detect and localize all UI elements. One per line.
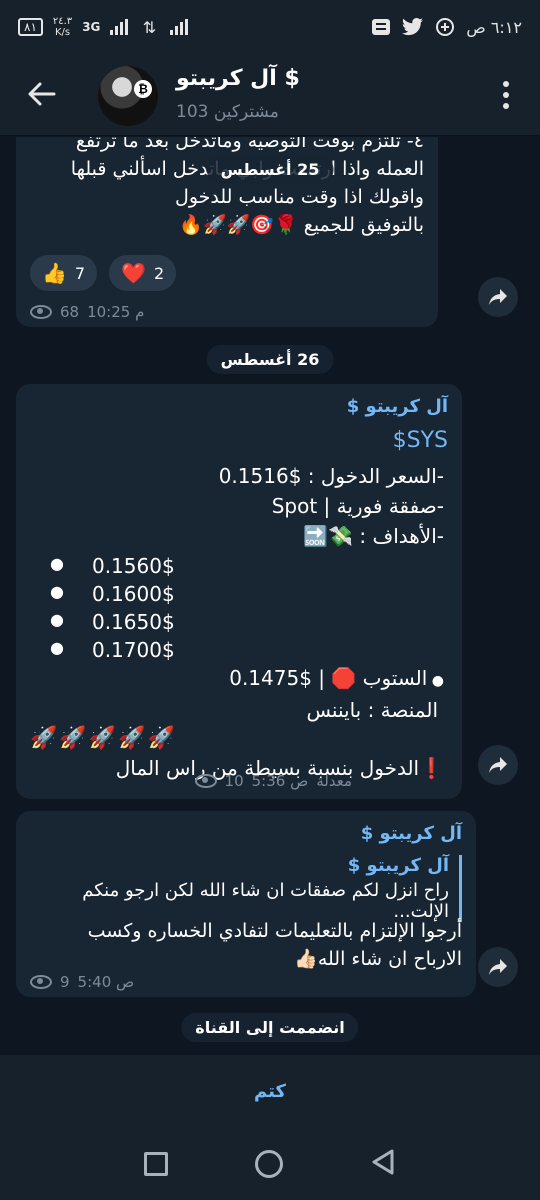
reply-quote[interactable]: آل كريبتو $ راح انزل لكم صفقات ان شاء ال… — [32, 855, 462, 922]
bitcoin-icon: ₿ — [134, 80, 152, 98]
message-line: أرجوا الإلتزام بالتعليمات لتفادي الخساره… — [87, 920, 462, 942]
views-icon — [194, 774, 217, 788]
ticker-link[interactable]: $SYS — [393, 428, 448, 453]
speed-value: ٢٤.٣ — [52, 16, 73, 27]
message-text: ٤- تلتزم بوقت التوصيه وماتدخل بعد ما ترت… — [14, 137, 424, 239]
view-count: 68 — [60, 303, 80, 321]
share-arrow-icon — [489, 959, 507, 975]
chat-header: ₿ آل كريبتو $ 103 مشتركين — [0, 54, 540, 136]
signal-icon — [110, 19, 129, 35]
message-time: 10:25 م — [87, 303, 145, 321]
message-line: الارباح ان شاء الله👍🏻 — [294, 948, 462, 970]
date-chip-sticky: 25 أغسطس — [206, 155, 334, 184]
message-line: ٤- تلتزم بوقت التوصيه وماتدخل بعد ما ترت… — [75, 137, 424, 152]
reaction-count: 7 — [74, 263, 86, 283]
share-arrow-icon — [489, 289, 507, 305]
twitter-icon — [402, 16, 424, 38]
target-value: 0.1560$ — [91, 554, 175, 578]
message-icon — [370, 16, 392, 38]
channel-avatar[interactable]: ₿ — [98, 66, 158, 126]
status-right: ٦:١٢ ص — [370, 16, 522, 38]
reaction-thumbs-up[interactable]: 👍 7 — [30, 255, 98, 291]
triangle-back-icon — [372, 1149, 394, 1175]
status-left: ٨١ ٢٤.٣ K/s 3G ⇅ — [18, 16, 189, 38]
trade-type: -صفقة فورية | Spot — [271, 494, 444, 518]
system-message: انضممت إلى القناة — [181, 1013, 359, 1042]
mute-button[interactable]: كتم — [0, 1055, 540, 1128]
view-count: 10 — [224, 772, 244, 790]
view-count: 9 — [60, 973, 70, 991]
data-transfer-icon: ⇅ — [142, 17, 157, 37]
message-meta: 68 10:25 م — [30, 303, 144, 321]
battery-indicator: ٨١ — [18, 18, 43, 36]
home-button[interactable] — [254, 1150, 283, 1178]
message-line: واقولك اذا وقت مناسب للدخول — [175, 186, 424, 208]
message-time: 5:36 ص — [251, 772, 309, 790]
recents-button[interactable] — [143, 1152, 168, 1176]
more-menu-button[interactable] — [492, 78, 520, 112]
platform: المنصة : بايننس — [306, 698, 438, 722]
message-bubble[interactable]: آل كريبتو $ $SYS -السعر الدخول : $0.1516… — [16, 384, 462, 799]
target-value: 0.1600$ — [91, 582, 175, 606]
target-item: ● 0.1600$ — [50, 582, 175, 606]
message-line: بالتوفيق للجميع 🌹🎯🚀🚀🔥 — [179, 214, 424, 236]
back-button[interactable] — [24, 76, 60, 112]
speed-unit: K/s — [54, 27, 71, 38]
network-speed: ٢٤.٣ K/s — [53, 16, 72, 38]
arrow-left-icon — [28, 82, 56, 106]
add-circle-icon — [434, 16, 456, 38]
rockets-emoji: 🚀🚀🚀🚀🚀 — [30, 726, 177, 751]
message-meta: 9 5:40 ص — [30, 973, 134, 991]
reaction-heart[interactable]: ❤️ 2 — [109, 255, 177, 291]
share-button[interactable] — [478, 947, 518, 987]
stop-value: الستوب 🛑 | $0.1475 — [229, 666, 428, 690]
message-time: 5:40 ص — [77, 973, 135, 991]
subscriber-count: 103 مشتركين — [176, 102, 279, 122]
thumbs-up-icon: 👍 — [42, 261, 67, 285]
reaction-count: 2 — [154, 263, 165, 283]
share-arrow-icon — [489, 757, 507, 773]
views-icon — [30, 305, 52, 319]
network-type: 3G — [82, 20, 101, 34]
target-item: ● 0.1560$ — [50, 554, 175, 578]
target-item: ● 0.1700$ — [50, 638, 175, 662]
message-meta: 10 5:36 ص معدلة — [194, 772, 352, 790]
sender-name[interactable]: آل كريبتو $ — [361, 823, 462, 844]
reply-author: آل كريبتو $ — [347, 855, 449, 876]
signal-icon-2 — [170, 19, 189, 35]
target-value: 0.1700$ — [91, 638, 175, 662]
message-text: أرجوا الإلتزام بالتعليمات لتفادي الخساره… — [32, 917, 462, 973]
stop-loss: ● الستوب 🛑 | $0.1475 — [229, 666, 444, 690]
chat-area[interactable]: ٤- تلتزم بوقت التوصيه وماتدخل بعد ما ترت… — [0, 137, 540, 1055]
date-chip: 26 أغسطس — [206, 345, 334, 374]
message-bubble[interactable]: آل كريبتو $ آل كريبتو $ راح انزل لكم صفق… — [16, 811, 476, 997]
target-value: 0.1650$ — [91, 610, 175, 634]
share-button[interactable] — [478, 745, 518, 785]
status-bar: ٨١ ٢٤.٣ K/s 3G ⇅ ٦:١٢ ص — [0, 0, 540, 54]
share-button[interactable] — [478, 277, 518, 317]
reactions: 👍 7 ❤️ 2 — [30, 255, 177, 291]
heart-icon: ❤️ — [121, 261, 146, 285]
views-icon — [30, 975, 52, 989]
back-nav-button[interactable] — [370, 1148, 396, 1180]
channel-title[interactable]: آل كريبتو $ — [176, 66, 300, 91]
entry-price: -السعر الدخول : $0.1516 — [218, 464, 444, 488]
target-item: ● 0.1650$ — [50, 610, 175, 634]
clock: ٦:١٢ ص — [466, 17, 522, 37]
reply-text: راح انزل لكم صفقات ان شاء الله لكن ارجو … — [82, 880, 449, 922]
targets-label: -الأهداف : 💸🔜 — [303, 524, 444, 548]
system-nav-bar — [0, 1128, 540, 1200]
sender-name[interactable]: آل كريبتو $ — [347, 396, 448, 417]
edited-label: معدلة — [316, 772, 352, 790]
